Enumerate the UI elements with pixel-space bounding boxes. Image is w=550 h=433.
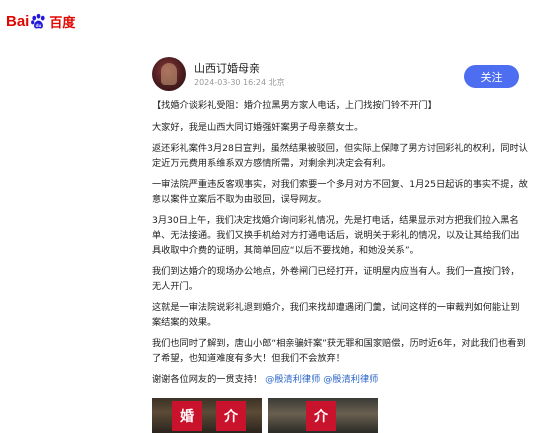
article-body: 【找婚介谈彩礼受阻：婚介拉黑男方家人电话，上门找按门铃不开门】 大家好，我是山西…: [152, 98, 528, 393]
post-meta: 2024-03-30 16:24 北京: [194, 77, 285, 88]
paragraph: 我们也同时了解到，唐山小郎“相亲骗奸案”获无罪和国家赔偿，历时近6年，对此我们也…: [152, 338, 526, 364]
logo-text-bai: Bai: [6, 12, 30, 30]
post-timestamp: 2024-03-30 16:24: [194, 78, 267, 87]
sign-char: 介: [216, 401, 246, 431]
paragraph: 一审法院严重违反客观事实，对我们索要一个多月对方不回复、1月25日起诉的事实不提…: [152, 179, 528, 205]
thanks-line: 谢谢各位网友的一贯支持！ @殷清利律师 @殷清利律师: [152, 372, 528, 387]
svg-text:du: du: [36, 22, 42, 28]
post-header: 山西订婚母亲 2024-03-30 16:24 北京 关注: [152, 57, 532, 95]
photo[interactable]: 介: [268, 398, 378, 433]
mention-link[interactable]: @殷清利律师: [323, 374, 378, 385]
thanks-text: 谢谢各位网友的一贯支持！: [152, 374, 263, 385]
photo[interactable]: 婚 介: [152, 398, 262, 433]
paw-icon: du: [31, 13, 45, 28]
baidu-logo[interactable]: Bai du 百度: [6, 11, 75, 31]
author-name[interactable]: 山西订婚母亲: [194, 60, 260, 76]
sign-char: 介: [306, 401, 336, 431]
mention-link[interactable]: @殷清利律师: [265, 374, 320, 385]
article-lead: 【找婚介谈彩礼受阻：婚介拉黑男方家人电话，上门找按门铃不开门】: [152, 100, 437, 111]
avatar[interactable]: [152, 57, 186, 91]
paragraph: 3月30日上午，我们决定找婚介询问彩礼情况，先是打电话，结果显示对方把我们拉入黑…: [152, 215, 520, 256]
paragraph: 大家好，我是山西大同订婚强奸案男子母亲蔡女士。: [152, 122, 364, 133]
post-location: 北京: [268, 78, 285, 87]
photo-row: 婚 介 介: [152, 398, 452, 433]
sign-char: 婚: [172, 401, 202, 431]
follow-button[interactable]: 关注: [464, 65, 519, 88]
logo-text-chinese: 百度: [49, 15, 76, 31]
paragraph: 我们到达婚介的现场办公地点，外卷闸门已经打开，证明屋内应当有人。我们一直按门铃，…: [152, 266, 520, 292]
top-bar: Bai du 百度: [0, 0, 550, 40]
paragraph: 这就是一审法院说彩礼退到婚介，我们来找却遭遇闭门羹，试问这样的一审裁判如何能让到…: [152, 302, 520, 328]
paragraph: 返还彩礼案件3月28日宣判，虽然结果被驳回，但实际上保障了男方讨回彩礼的权利，同…: [152, 143, 528, 169]
